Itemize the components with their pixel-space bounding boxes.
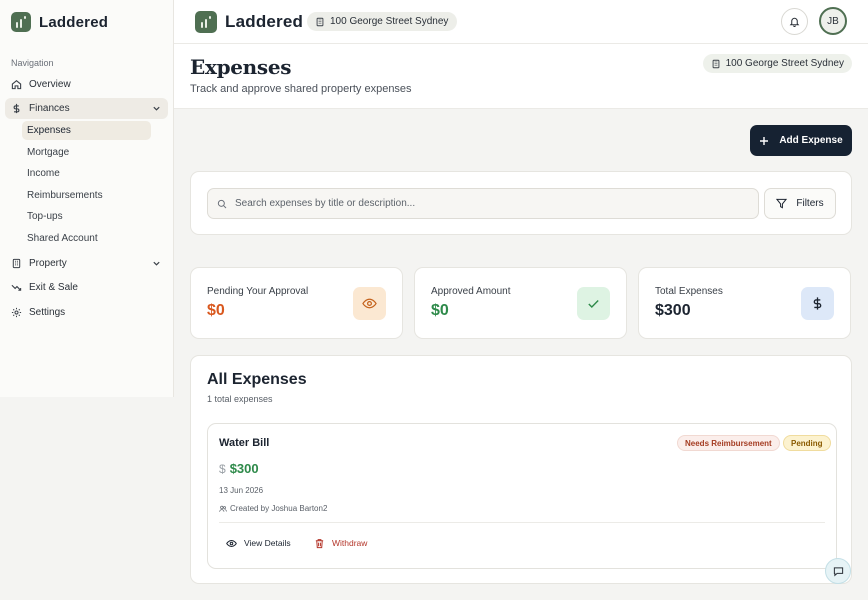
add-expense-label: Add Expense bbox=[779, 135, 843, 146]
avatar[interactable]: JB bbox=[819, 7, 847, 35]
filter-icon bbox=[776, 198, 788, 209]
sidebar-item-label: Overview bbox=[29, 79, 71, 90]
add-expense-button[interactable]: Add Expense bbox=[750, 125, 852, 156]
expense-amount-value: $300 bbox=[229, 461, 259, 476]
filters-button[interactable]: Filters bbox=[764, 188, 836, 219]
nav-caption: Navigation bbox=[11, 58, 54, 68]
sidebar-item-label: Finances bbox=[29, 103, 70, 114]
stat-value: $0 bbox=[207, 302, 225, 319]
expense-title: Water Bill bbox=[219, 437, 270, 449]
divider bbox=[219, 522, 825, 523]
brand-name: Laddered bbox=[225, 12, 304, 31]
home-icon bbox=[11, 79, 22, 90]
search-input[interactable] bbox=[235, 198, 735, 209]
stat-value: $300 bbox=[655, 302, 691, 319]
property-selector[interactable]: 100 George Street Sydney bbox=[307, 12, 458, 31]
stat-card-approved: Approved Amount $0 bbox=[414, 267, 627, 339]
notifications-button[interactable] bbox=[781, 8, 808, 35]
check-icon bbox=[577, 287, 610, 320]
withdraw-label: Withdraw bbox=[332, 538, 368, 548]
sidebar-item-finances[interactable]: Finances bbox=[5, 98, 168, 119]
eye-icon bbox=[226, 539, 237, 547]
view-details-button[interactable]: View Details bbox=[226, 534, 291, 552]
sidebar-item-exit-sale[interactable]: Exit & Sale bbox=[5, 277, 168, 298]
eye-icon bbox=[353, 287, 386, 320]
sidebar-item-label: Settings bbox=[29, 307, 66, 318]
dollar-icon bbox=[13, 103, 20, 114]
laddered-logo-icon bbox=[195, 11, 217, 33]
dollar-icon: $ bbox=[219, 461, 226, 476]
trend-down-icon bbox=[11, 284, 22, 291]
gear-icon bbox=[11, 307, 22, 318]
sidebar-subitem-mortgage[interactable]: Mortgage bbox=[22, 143, 151, 162]
building-icon bbox=[316, 17, 324, 26]
withdraw-button[interactable]: Withdraw bbox=[314, 534, 367, 552]
expenses-list-card: All Expenses 1 total expenses Water Bill… bbox=[190, 355, 852, 584]
status-badge: Pending bbox=[783, 435, 831, 451]
sidebar-item-property[interactable]: Property bbox=[5, 253, 168, 274]
sidebar-subitem-shared-account[interactable]: Shared Account bbox=[22, 229, 151, 248]
stat-value: $0 bbox=[431, 302, 449, 319]
search-icon bbox=[217, 199, 227, 208]
sidebar-item-settings[interactable]: Settings bbox=[5, 302, 168, 323]
section-title: All Expenses bbox=[207, 371, 307, 388]
brand-name: Laddered bbox=[39, 13, 109, 31]
stat-label: Total Expenses bbox=[655, 286, 723, 297]
expense-item[interactable]: Water Bill Needs Reimbursement Pending $… bbox=[207, 423, 837, 569]
chevron-down-icon[interactable] bbox=[152, 104, 161, 113]
property-address: 100 George Street Sydney bbox=[725, 58, 844, 69]
chevron-down-icon[interactable] bbox=[152, 259, 161, 268]
dollar-icon bbox=[801, 287, 834, 320]
chat-button[interactable] bbox=[825, 558, 851, 584]
plus-icon bbox=[760, 136, 769, 145]
search-box[interactable] bbox=[207, 188, 759, 219]
page-subtitle: Track and approve shared property expens… bbox=[190, 83, 412, 95]
sidebar-subitem-income[interactable]: Income bbox=[22, 164, 151, 183]
building-icon bbox=[12, 258, 21, 269]
sidebar-subitem-reimbursements[interactable]: Reimbursements bbox=[22, 186, 151, 205]
filters-label: Filters bbox=[796, 198, 824, 209]
stat-label: Pending Your Approval bbox=[207, 286, 309, 297]
stat-label: Approved Amount bbox=[431, 286, 511, 297]
trash-icon bbox=[315, 538, 324, 548]
users-icon bbox=[219, 505, 227, 512]
status-badge: Needs Reimbursement bbox=[677, 435, 780, 451]
bell-icon bbox=[789, 17, 800, 27]
chat-icon bbox=[833, 566, 843, 576]
header-brand[interactable]: Laddered bbox=[195, 11, 303, 33]
sidebar-item-label: Property bbox=[29, 258, 67, 269]
expense-date: 13 Jun 2026 bbox=[219, 486, 264, 495]
sidebar-item-overview[interactable]: Overview bbox=[5, 74, 168, 95]
building-icon bbox=[712, 59, 719, 68]
expense-creator: Created by Joshua Barton2 bbox=[219, 504, 327, 513]
page-title: Expenses bbox=[190, 55, 292, 79]
property-address-badge: 100 George Street Sydney bbox=[702, 54, 852, 73]
sidebar-subitem-top-ups[interactable]: Top-ups bbox=[22, 207, 151, 226]
sidebar-item-label: Exit & Sale bbox=[29, 282, 78, 293]
stat-card-total: Total Expenses $300 bbox=[638, 267, 851, 339]
sidebar: Laddered Navigation Overview Finances Ex… bbox=[0, 0, 174, 397]
laddered-logo-icon bbox=[11, 12, 31, 32]
sidebar-subitem-expenses[interactable]: Expenses bbox=[22, 121, 151, 140]
view-details-label: View Details bbox=[244, 538, 291, 548]
search-card: Filters bbox=[190, 171, 852, 235]
expense-amount: $ $300 bbox=[219, 461, 259, 476]
page-header: Expenses Track and approve shared proper… bbox=[174, 44, 868, 109]
stat-card-pending: Pending Your Approval $0 bbox=[190, 267, 403, 339]
expenses-count: 1 total expenses bbox=[207, 394, 273, 404]
top-header: Laddered 100 George Street Sydney JB bbox=[174, 0, 868, 44]
creator-text: Created by Joshua Barton2 bbox=[230, 504, 328, 513]
property-address: 100 George Street Sydney bbox=[330, 16, 449, 27]
sidebar-brand[interactable]: Laddered bbox=[11, 12, 108, 32]
